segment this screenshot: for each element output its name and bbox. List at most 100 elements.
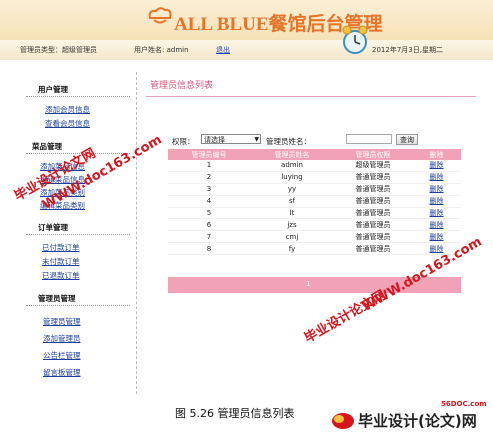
user-name-text: 用户姓名: admin: [134, 46, 189, 54]
sidebar-item-refunded-orders[interactable]: 已退款订单: [42, 270, 80, 281]
cell-name: sf: [288, 197, 296, 206]
sidebar-divider: [26, 234, 130, 235]
sidebar-section-users: 用户管理: [38, 85, 68, 94]
table-cell: 普通管理员: [334, 195, 412, 208]
cell-role: 普通管理员: [355, 209, 391, 217]
cell-role: 普通管理员: [355, 232, 391, 241]
sidebar-divider: [26, 305, 130, 306]
cell-name: fy: [288, 244, 296, 253]
delete-link[interactable]: 删除: [430, 173, 444, 181]
delete-link[interactable]: 删除: [430, 233, 444, 241]
cell-id: 5: [206, 209, 212, 217]
sidebar-section-orders: 订单管理: [38, 223, 68, 232]
role-filter-label: 权限：: [172, 137, 195, 146]
cell-name: yy: [287, 185, 297, 194]
table-cell: 普通管理员: [334, 230, 412, 244]
cell-role: 超级管理员: [355, 161, 391, 170]
sidebar-item-add-admin[interactable]: 添加管理员: [43, 333, 81, 344]
table-cell: sf: [250, 195, 334, 208]
sidebar-divider: [26, 96, 130, 97]
footer-logo: 56DOC.com 毕业设计(论文)网: [330, 400, 493, 432]
cell-name: jzs: [287, 220, 297, 229]
role-select-value: 请选择: [204, 136, 225, 144]
table-cell: 删除: [412, 230, 461, 244]
table-cell: lt: [250, 207, 334, 220]
sidebar-item-view-member[interactable]: 查看会员信息: [45, 118, 90, 129]
table-cell: jzs: [250, 218, 334, 232]
delete-link[interactable]: 删除: [430, 209, 444, 217]
sidebar-item-add-member[interactable]: 添加会员信息: [45, 104, 90, 115]
delete-link[interactable]: 删除: [430, 221, 444, 229]
table-cell: 删除: [412, 218, 461, 232]
chevron-down-icon: ▼: [254, 136, 259, 143]
table-cell: 普通管理员: [334, 207, 412, 220]
table-cell: admin: [250, 160, 334, 172]
alarm-clock-icon: [342, 25, 368, 54]
sidebar-item-message-manage[interactable]: 留言板管理: [43, 367, 81, 378]
sidebar-item-unpaid-orders[interactable]: 未付款订单: [42, 256, 80, 267]
table-cell: 普通管理员: [334, 183, 412, 196]
table-cell: 删除: [412, 183, 461, 196]
table-row: 7 cmj 普通管理员 删除: [168, 230, 461, 244]
role-select[interactable]: 请选择 ▼: [201, 134, 261, 144]
title-divider: [146, 96, 476, 97]
table-cell: 5: [168, 207, 250, 220]
delete-link[interactable]: 删除: [430, 161, 444, 169]
user-type-text: 管理员类型：超级管理员: [20, 46, 97, 54]
table-row: 8 fy 普通管理员 删除: [168, 242, 461, 256]
table-row: 1 admin 超级管理员 删除: [168, 160, 461, 172]
table-cell: fy: [250, 242, 334, 256]
sidebar-section-admins: 管理员管理: [38, 294, 76, 303]
table-row: 3 yy 普通管理员 删除: [168, 183, 461, 196]
cell-role: 普通管理员: [355, 220, 391, 229]
fist-logo-icon: [332, 413, 354, 429]
delete-link[interactable]: 删除: [430, 185, 444, 193]
table-cell: 普通管理员: [334, 171, 412, 184]
table-cell: luying: [250, 171, 334, 184]
sidebar-section-dishes: 菜品管理: [32, 142, 62, 151]
admin-table: 管理员编号 管理员姓名 管理员权限 删除 1 admin 超级管理员 删除 2 luyin…: [168, 149, 461, 256]
delete-link[interactable]: 删除: [430, 197, 444, 205]
cell-role: 普通管理员: [355, 244, 391, 253]
table-cell: 删除: [412, 160, 461, 172]
table-cell: 删除: [412, 171, 461, 184]
cell-id: 7: [206, 232, 212, 241]
cell-id: 4: [206, 197, 212, 206]
cell-id: 2: [206, 173, 212, 182]
table-cell: 8: [168, 242, 250, 256]
cell-id: 6: [206, 220, 212, 229]
logout-link[interactable]: 退出: [216, 45, 230, 55]
footer-logo-text: 毕业设计(论文)网: [358, 412, 477, 430]
table-cell: 6: [168, 218, 250, 232]
footer-domain: 56DOC.com: [441, 400, 487, 408]
figure-caption: 图 5.26 管理员信息列表: [175, 407, 295, 420]
cell-role: 普通管理员: [355, 197, 391, 206]
admin-name-input[interactable]: [346, 134, 392, 144]
table-cell: 普通管理员: [334, 242, 412, 256]
table-cell: 删除: [412, 195, 461, 208]
cell-id: 8: [206, 244, 212, 253]
cell-role: 普通管理员: [355, 185, 391, 194]
table-row: 5 lt 普通管理员 删除: [168, 207, 461, 220]
sidebar-item-notice-manage[interactable]: 公告栏管理: [43, 350, 81, 361]
col-header-name: 管理员姓名: [250, 149, 334, 160]
query-button[interactable]: 查询: [396, 134, 418, 145]
table-cell: 2: [168, 171, 250, 184]
table-cell: 超级管理员: [334, 160, 412, 172]
table-cell: 3: [168, 183, 250, 196]
sidebar-item-paid-orders[interactable]: 已付款订单: [42, 242, 80, 253]
table-cell: 删除: [412, 207, 461, 220]
table-row: 2 luying 普通管理员 删除: [168, 171, 461, 184]
table-cell: 普通管理员: [334, 218, 412, 232]
sidebar-item-admin-manage[interactable]: 管理员管理: [43, 316, 81, 327]
cell-name: luying: [281, 173, 303, 182]
delete-link[interactable]: 删除: [430, 245, 444, 253]
table-header-row: 管理员编号 管理员姓名 管理员权限 删除: [168, 149, 461, 160]
page-title: 管理员信息列表: [150, 81, 214, 91]
cell-name: cmj: [285, 232, 299, 241]
table-cell: 4: [168, 195, 250, 208]
date-text: 2012年7月3日,星期二: [372, 46, 443, 54]
table-cell: 1: [168, 160, 250, 172]
table-cell: 7: [168, 230, 250, 244]
table-row: 6 jzs 普通管理员 删除: [168, 218, 461, 232]
